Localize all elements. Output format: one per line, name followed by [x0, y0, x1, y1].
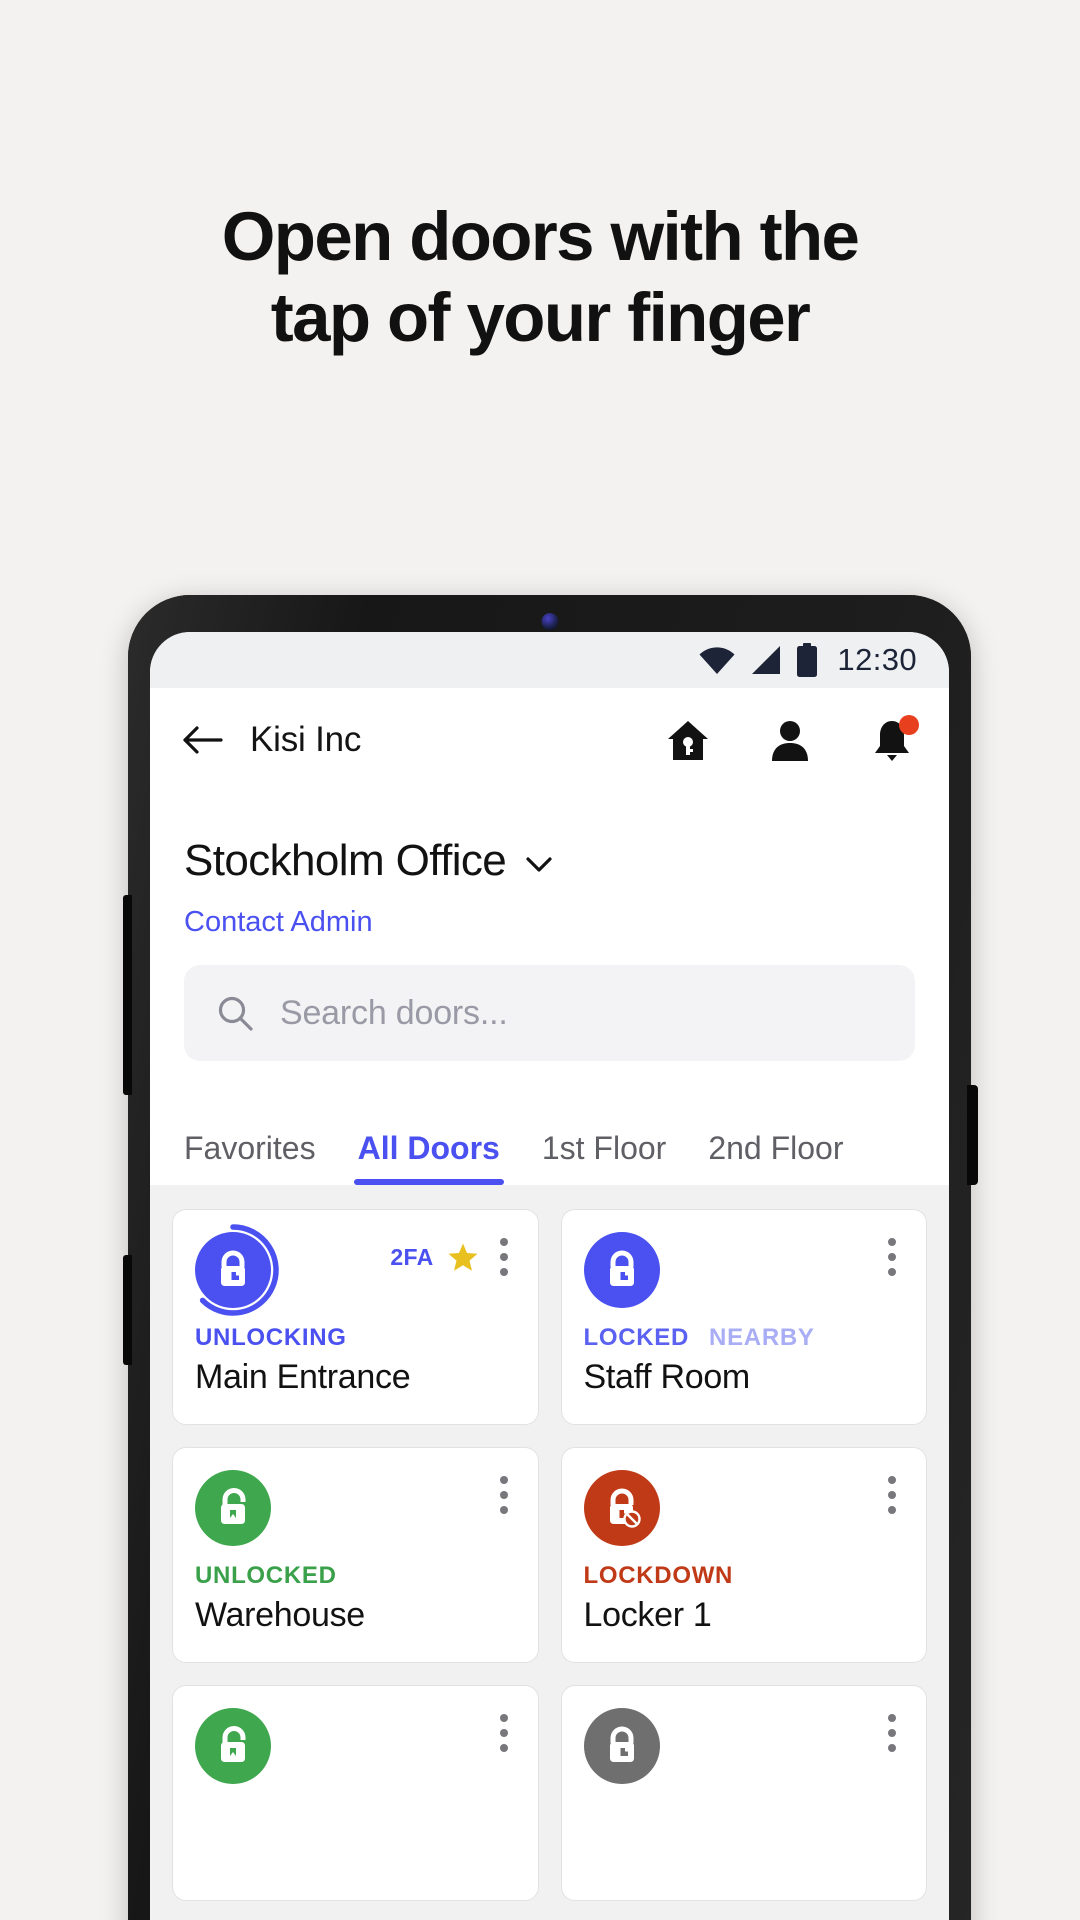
battery-icon: [797, 643, 818, 677]
door-name: Warehouse: [195, 1596, 365, 1634]
location-selector[interactable]: Stockholm Office: [184, 836, 915, 886]
lock-status-badge[interactable]: [195, 1470, 271, 1546]
contact-admin-link[interactable]: Contact Admin: [184, 906, 373, 939]
lock-status-badge[interactable]: [195, 1708, 271, 1784]
door-card-partial-unlocked[interactable]: [172, 1685, 539, 1901]
card-status-row: LOCKDOWN: [584, 1562, 905, 1590]
lock-status-badge[interactable]: [195, 1224, 279, 1316]
lock-closed-icon: [609, 1250, 634, 1286]
door-card-partial-locked[interactable]: [560, 1685, 927, 1901]
tab-all-doors[interactable]: All Doors: [353, 1130, 505, 1185]
location-name: Stockholm Office: [184, 836, 507, 885]
status-bar-clock: 12:30: [837, 642, 917, 677]
person-icon[interactable]: [767, 717, 813, 763]
kebab-menu-icon[interactable]: [880, 1474, 904, 1516]
card-header: [583, 1232, 905, 1308]
app-bar: Kisi Inc: [150, 688, 949, 792]
door-card-staff-room[interactable]: LOCKED NEARBY Staff Room: [560, 1209, 927, 1425]
kebab-menu-icon[interactable]: [492, 1712, 516, 1754]
lock-status-badge[interactable]: [583, 1708, 660, 1784]
cellular-signal-icon: [752, 646, 781, 674]
door-name: Staff Room: [583, 1358, 751, 1396]
front-camera: [541, 613, 558, 630]
bell-icon[interactable]: [869, 715, 919, 763]
lock-open-icon: [221, 1488, 246, 1524]
search-icon: [218, 996, 253, 1031]
status-bar: 12:30: [150, 632, 949, 688]
phone-left-button[interactable]: [123, 1255, 132, 1365]
phone-power-button[interactable]: [967, 1085, 978, 1185]
lock-blocked-icon: [609, 1488, 641, 1528]
card-actions: [492, 1470, 516, 1516]
door-card-main-entrance[interactable]: 2FA UNLOCKING Main Entrance: [172, 1209, 539, 1425]
card-status-row: UNLOCKING: [195, 1324, 516, 1352]
card-actions: [492, 1708, 516, 1754]
card-header: [195, 1470, 516, 1546]
wifi-icon: [699, 647, 735, 674]
kebab-menu-icon[interactable]: [492, 1474, 516, 1516]
door-status: LOCKDOWN: [583, 1562, 734, 1589]
favorite-star-icon[interactable]: [448, 1242, 478, 1272]
card-header: 2FA: [195, 1224, 516, 1316]
phone-volume-button[interactable]: [123, 895, 132, 1095]
door-card-locker-1[interactable]: LOCKDOWN Locker 1: [560, 1447, 927, 1663]
marketing-headline: Open doors with the tap of your finger: [0, 196, 1080, 359]
search-input[interactable]: Search doors...: [184, 965, 915, 1061]
card-actions: [880, 1470, 904, 1516]
kebab-menu-icon[interactable]: [492, 1236, 516, 1278]
location-section: Stockholm Office Contact Admin: [150, 792, 949, 939]
card-actions: [880, 1708, 904, 1754]
phone-mockup: 12:30 Kisi Inc Stockholm Office Contact …: [123, 595, 978, 1920]
card-status-row: UNLOCKED: [195, 1562, 516, 1590]
lock-closed-icon: [221, 1250, 245, 1286]
headline-line-1: Open doors with the: [221, 198, 860, 275]
headline-line-2: tap of your finger: [270, 279, 811, 357]
nearby-badge: NEARBY: [709, 1324, 815, 1351]
notification-badge: [899, 715, 919, 735]
chevron-down-icon: [526, 857, 552, 872]
door-list-area: 2FA UNLOCKING Main Entrance LOCKED NEARB…: [150, 1185, 949, 1920]
card-header: [583, 1470, 905, 1546]
lock-status-badge[interactable]: [583, 1470, 660, 1546]
door-status: LOCKED: [583, 1324, 690, 1351]
tab-1st-floor[interactable]: 1st Floor: [542, 1130, 666, 1185]
lock-closed-icon: [609, 1726, 634, 1762]
card-actions: 2FA: [390, 1232, 515, 1278]
tab-2nd-floor[interactable]: 2nd Floor: [708, 1130, 843, 1185]
door-filter-tabs: Favorites All Doors 1st Floor 2nd Floor: [150, 1061, 949, 1185]
lock-open-icon: [221, 1726, 246, 1762]
search-placeholder: Search doors...: [280, 993, 508, 1032]
back-arrow-icon[interactable]: [180, 718, 224, 762]
phone-screen: 12:30 Kisi Inc Stockholm Office Contact …: [150, 632, 949, 1920]
card-actions: [880, 1232, 904, 1278]
app-title: Kisi Inc: [250, 720, 362, 759]
kebab-menu-icon[interactable]: [880, 1712, 904, 1754]
home-key-icon[interactable]: [665, 717, 711, 763]
tab-favorites[interactable]: Favorites: [184, 1130, 316, 1185]
card-header: [583, 1708, 905, 1784]
door-card-warehouse[interactable]: UNLOCKED Warehouse: [172, 1447, 539, 1663]
door-name: Locker 1: [583, 1596, 712, 1634]
search-section: Search doors...: [150, 939, 949, 1061]
door-status: UNLOCKING: [195, 1324, 347, 1351]
door-status: UNLOCKED: [195, 1562, 337, 1589]
card-header: [195, 1708, 516, 1784]
kebab-menu-icon[interactable]: [880, 1236, 904, 1278]
door-name: Main Entrance: [195, 1358, 411, 1396]
card-status-row: LOCKED NEARBY: [584, 1324, 905, 1352]
door-grid: 2FA UNLOCKING Main Entrance LOCKED NEARB…: [172, 1209, 927, 1901]
twofa-badge: 2FA: [390, 1243, 434, 1270]
lock-status-badge[interactable]: [583, 1232, 660, 1308]
